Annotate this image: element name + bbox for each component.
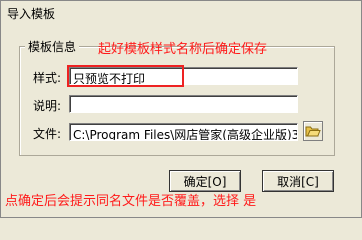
description-label: 说明:: [33, 99, 62, 113]
file-label: 文件:: [33, 127, 62, 141]
folder-open-icon: [305, 126, 321, 137]
file-path-value: C:\Program Files\网店管家(高级企业版)3.: [73, 128, 298, 141]
groupbox-legend: 模板信息: [25, 38, 80, 55]
window-title: 导入模板: [7, 7, 56, 21]
file-path-input[interactable]: C:\Program Files\网店管家(高级企业版)3.: [69, 123, 298, 141]
annotation-bottom: 点确定后会提示同名文件是否覆盖，选择 是: [5, 194, 257, 209]
style-label: 样式:: [33, 71, 62, 85]
ok-button[interactable]: 确定[O]: [169, 170, 241, 192]
browse-button[interactable]: [303, 121, 323, 141]
description-input[interactable]: [69, 95, 298, 113]
highlight-annotation-box: [67, 65, 184, 87]
cancel-button[interactable]: 取消[C]: [262, 170, 334, 192]
annotation-top: 起好模板样式名称后确定保存: [98, 42, 268, 57]
title-bar: 导入模板: [1, 1, 361, 23]
import-template-dialog: 导入模板 模板信息 起好模板样式名称后确定保存 样式: 只预览不打印 说明: 文…: [0, 0, 362, 218]
